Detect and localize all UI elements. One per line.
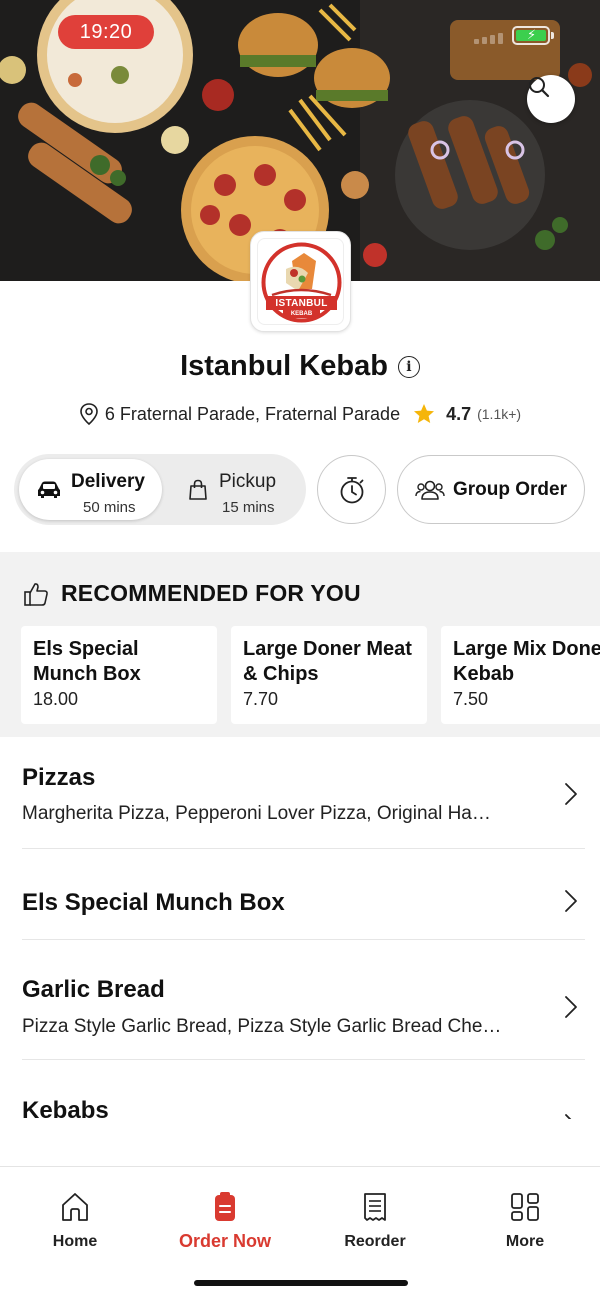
search-button[interactable] [527,75,575,123]
order-icon [215,1192,235,1221]
recommended-item-name: Large Doner Meat & Chips [243,638,412,685]
recommended-item-price: 7.50 [453,689,489,709]
home-icon [62,1193,88,1221]
recommended-item-card[interactable]: Large Mix Doner Kebab 7.50 [441,626,600,724]
category-description: Pizza Style Garlic Bread, Pizza Style Ga… [22,1016,502,1037]
order-mode-toggle: Delivery 50 mins Pickup 15 mins [14,454,306,525]
thumbs-up-icon [24,582,48,606]
group-order-label: Group Order [452,478,567,500]
stopwatch-icon [340,476,363,503]
nav-more[interactable]: More [450,1189,600,1251]
menu-category-list: Pizzas Margherita Pizza, Pepperoni Lover… [0,737,600,1119]
restaurant-name: Istanbul Kebab [180,350,388,382]
logo-text: ISTANBUL [275,298,328,309]
shopping-bag-icon [189,479,207,500]
chevron-right-icon [565,996,577,1018]
category-row-special-munch-box[interactable]: Els Special Munch Box [0,849,600,939]
delivery-time: 50 mins [83,499,136,516]
address-row: 6 Fraternal Parade, Fraternal Parade 4.7… [0,402,600,426]
pickup-label: Pickup [219,471,277,492]
category-row-kebabs[interactable]: Kebabs [0,1060,600,1119]
logo-subtext: KEBAB [290,311,313,317]
pickup-time: 15 mins [222,499,275,516]
delivery-label: Delivery [71,471,145,492]
info-icon[interactable]: i [397,355,420,378]
home-indicator [194,1280,408,1286]
restaurant-name-row: Istanbul Kebab i [0,350,600,383]
bottom-nav-bar: Home Order Now Reorder More [0,1166,600,1298]
battery-cap [551,32,554,39]
recommended-item-name: Els Special Munch Box [33,638,141,685]
recommended-header: RECOMMENDED FOR YOU [23,580,361,607]
nav-order-now[interactable]: Order Now [150,1189,300,1252]
receipt-icon [364,1193,386,1221]
recommended-item-price: 7.70 [243,689,279,709]
rating-value: 4.7 [446,403,472,424]
restaurant-address: 6 Fraternal Parade, Fraternal Parade [104,403,401,424]
grid-icon [511,1193,539,1221]
category-title: Pizzas [22,764,96,791]
pickup-option[interactable]: Pickup 15 mins [174,459,302,520]
recommended-section: RECOMMENDED FOR YOU Els Special Munch Bo… [0,552,600,737]
recommended-item-price: 18.00 [33,689,79,709]
star-icon [414,404,435,423]
category-title: Kebabs [22,1097,109,1119]
nav-reorder-label: Reorder [344,1233,406,1250]
nav-home-label: Home [52,1233,98,1250]
status-time: 19:20 [58,15,154,49]
search-icon [529,77,550,98]
nav-home[interactable]: Home [0,1189,150,1251]
schedule-button[interactable] [317,455,386,524]
category-description: Margherita Pizza, Pepperoni Lover Pizza,… [22,803,491,824]
chevron-right-icon [565,1114,572,1119]
nav-order-now-label: Order Now [178,1231,271,1251]
category-title: Els Special Munch Box [22,889,285,916]
recommended-item-name: Large Mix Doner Kebab [453,638,600,685]
nav-reorder[interactable]: Reorder [300,1189,450,1251]
recommended-item-card[interactable]: Els Special Munch Box 18.00 [21,626,217,724]
category-title: Garlic Bread [22,976,165,1003]
chevron-right-icon [565,783,577,805]
category-row-pizzas[interactable]: Pizzas Margherita Pizza, Pepperoni Lover… [0,737,600,849]
chevron-right-icon [565,890,577,912]
category-row-garlic-bread[interactable]: Garlic Bread Pizza Style Garlic Bread, P… [0,940,600,1059]
rating-count: (1.1k+) [477,406,522,422]
nav-more-label: More [505,1233,545,1250]
group-icon [415,480,445,500]
cellular-signal-icon [474,33,503,44]
restaurant-logo: ISTANBUL KEBAB [250,231,351,332]
location-pin-icon [80,403,98,426]
group-order-button[interactable]: Group Order [397,455,585,524]
recommended-title: RECOMMENDED FOR YOU [61,580,361,606]
car-icon [38,481,60,498]
battery-icon: ⚡ [512,26,550,45]
delivery-option[interactable]: Delivery 50 mins [19,459,162,520]
recommended-item-card[interactable]: Large Doner Meat & Chips 7.70 [231,626,427,724]
